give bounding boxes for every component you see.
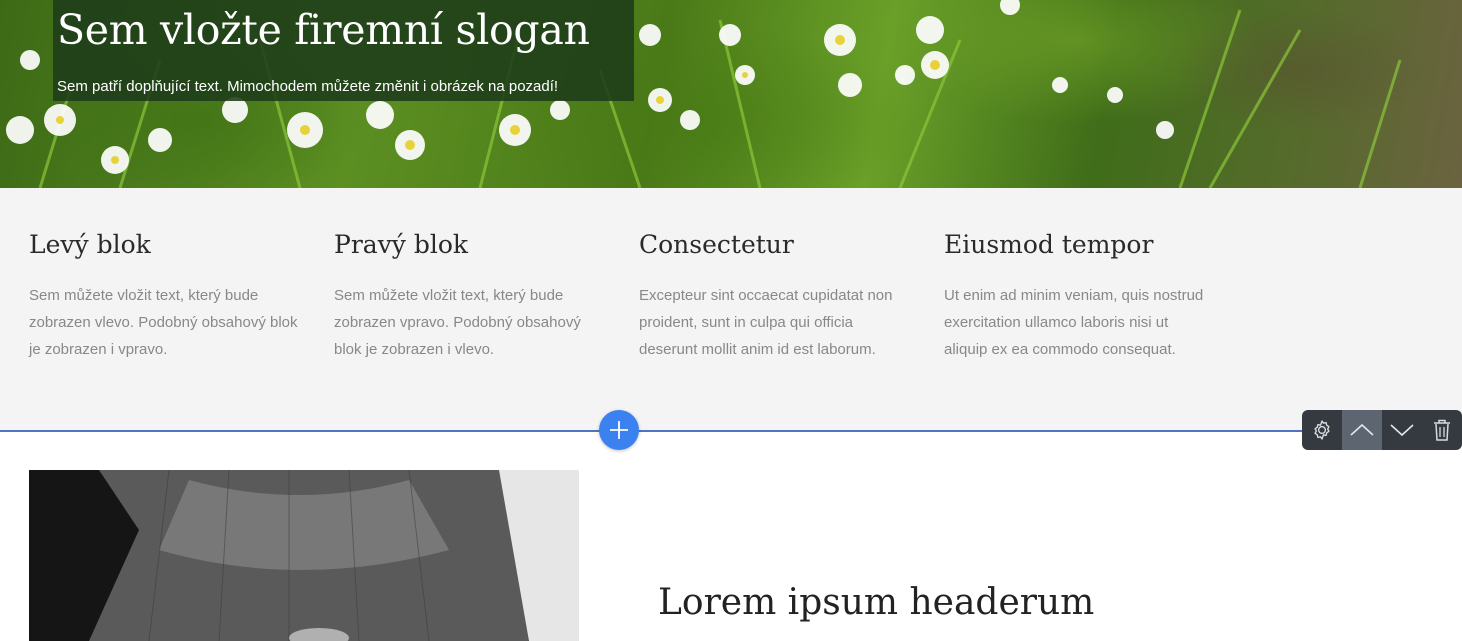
- add-section-button[interactable]: [599, 410, 639, 450]
- feature-text[interactable]: Sem můžete vložit text, který bude zobra…: [334, 282, 604, 363]
- feature-text[interactable]: Ut enim ad minim veniam, quis nostrud ex…: [944, 282, 1214, 363]
- trash-icon: [1434, 419, 1450, 441]
- section-divider: [0, 430, 1462, 432]
- feature-block: Consectetur Excepteur sint occaecat cupi…: [639, 230, 909, 363]
- slogan-subtext[interactable]: Sem patří doplňující text. Mimochodem mů…: [57, 78, 558, 95]
- hero-banner: Sem vložte firemní slogan Sem patří dopl…: [0, 0, 1462, 188]
- move-section-down-button[interactable]: [1382, 410, 1422, 450]
- gear-icon: [1314, 420, 1330, 440]
- section-settings-button[interactable]: [1302, 410, 1342, 450]
- plus-icon: [610, 421, 628, 439]
- sweater-photo[interactable]: [29, 470, 579, 641]
- feature-text[interactable]: Excepteur sint occaecat cupidatat non pr…: [639, 282, 909, 363]
- move-section-up-button[interactable]: [1342, 410, 1382, 450]
- feature-title[interactable]: Eiusmod tempor: [944, 230, 1214, 259]
- chevron-down-icon: [1390, 424, 1414, 437]
- feature-block: Pravý blok Sem můžete vložit text, který…: [334, 230, 604, 363]
- section-heading[interactable]: Lorem ipsum headerum: [658, 582, 1094, 623]
- photo-content: [29, 470, 579, 641]
- section-toolbar: [1302, 410, 1462, 450]
- chevron-up-icon: [1350, 423, 1374, 436]
- feature-title[interactable]: Levý blok: [29, 230, 299, 259]
- feature-block: Levý blok Sem můžete vložit text, který …: [29, 230, 299, 363]
- feature-blocks-section: Levý blok Sem můžete vložit text, který …: [0, 188, 1462, 431]
- feature-text[interactable]: Sem můžete vložit text, který bude zobra…: [29, 282, 299, 363]
- delete-section-button[interactable]: [1422, 410, 1462, 450]
- feature-title[interactable]: Pravý blok: [334, 230, 604, 259]
- feature-title[interactable]: Consectetur: [639, 230, 909, 259]
- feature-block: Eiusmod tempor Ut enim ad minim veniam, …: [944, 230, 1214, 363]
- company-slogan[interactable]: Sem vložte firemní slogan: [57, 6, 590, 54]
